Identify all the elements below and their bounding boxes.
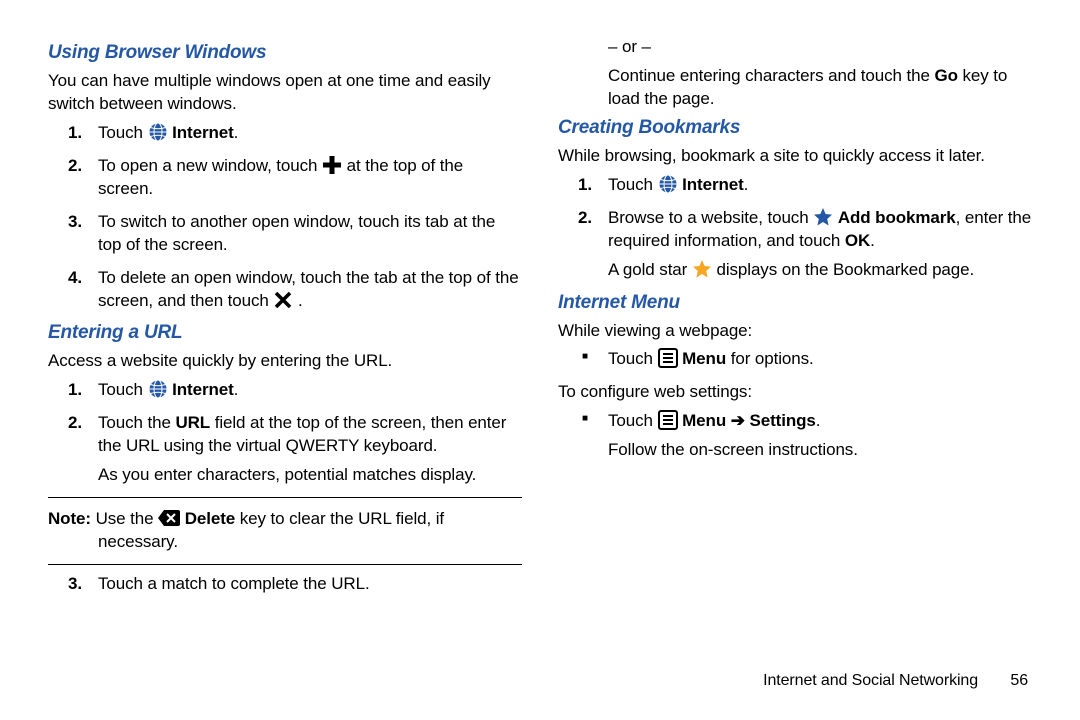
intro-paragraph: To configure web settings:: [558, 381, 1032, 404]
arrow-icon: ➔: [731, 410, 745, 433]
substep-text: Continue entering characters and touch t…: [608, 65, 1032, 111]
step: 1. Touch Internet.: [608, 174, 1032, 197]
step: 2. Browse to a website, touch Add bookma…: [608, 207, 1032, 282]
star-icon: [813, 207, 833, 227]
gold-star-icon: [692, 259, 712, 279]
globe-icon: [148, 122, 168, 142]
step: 3. To switch to another open window, tou…: [98, 211, 522, 257]
bullets-menu: Touch Menu for options.: [558, 348, 1032, 371]
intro-paragraph: Access a website quickly by entering the…: [48, 350, 522, 373]
note-box: Note: Use the Delete key to clear the UR…: [48, 497, 522, 565]
steps-bookmarks: 1. Touch Internet. 2. Browse to a websit…: [558, 174, 1032, 282]
step: 1. Touch Internet.: [98, 122, 522, 145]
step: 2. To open a new window, touch at the to…: [98, 155, 522, 201]
page-body: Using Browser Windows You can have multi…: [0, 0, 1080, 640]
chapter-title: Internet and Social Networking: [763, 672, 978, 689]
substep-text: As you enter characters, potential match…: [98, 464, 522, 487]
bullets-settings: Touch Menu ➔ Settings. Follow the on-scr…: [558, 410, 1032, 462]
steps-browser-windows: 1. Touch Internet. 2. To open a new wind…: [48, 122, 522, 313]
substep-text: A gold star displays on the Bookmarked p…: [608, 259, 1032, 282]
step: 4. To delete an open window, touch the t…: [98, 267, 522, 313]
step: 2. Touch the URL field at the top of the…: [98, 412, 522, 487]
steps-entering-url: 1. Touch Internet. 2. Touch the URL fiel…: [48, 379, 522, 487]
globe-icon: [658, 174, 678, 194]
bullet-item: Touch Menu ➔ Settings. Follow the on-scr…: [608, 410, 1032, 462]
close-icon: [273, 290, 293, 310]
plus-icon: [322, 155, 342, 175]
intro-paragraph: You can have multiple windows open at on…: [48, 70, 522, 116]
page-number: 56: [1010, 672, 1028, 689]
heading-entering-url: Entering a URL: [48, 322, 522, 344]
bullet-item: Touch Menu for options.: [608, 348, 1032, 371]
heading-internet-menu: Internet Menu: [558, 292, 1032, 314]
heading-creating-bookmarks: Creating Bookmarks: [558, 117, 1032, 139]
intro-paragraph: While viewing a webpage:: [558, 320, 1032, 343]
step: 1. Touch Internet.: [98, 379, 522, 402]
page-footer: Internet and Social Networking 56: [763, 672, 1028, 690]
or-text: – or –: [608, 36, 1032, 59]
heading-using-browser-windows: Using Browser Windows: [48, 42, 522, 64]
menu-icon: [658, 348, 678, 368]
substep-text: Follow the on-screen instructions.: [608, 439, 1032, 462]
delete-key-icon: [158, 508, 180, 528]
intro-paragraph: While browsing, bookmark a site to quick…: [558, 145, 1032, 168]
globe-icon: [148, 379, 168, 399]
menu-icon: [658, 410, 678, 430]
